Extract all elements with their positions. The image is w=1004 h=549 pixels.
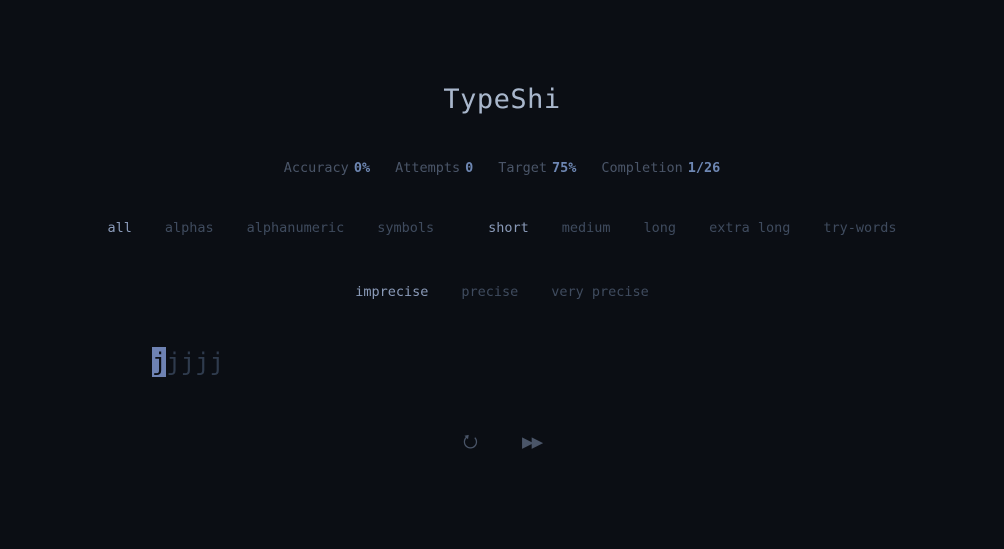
- precision-selector: imprecise precise very precise: [0, 284, 1004, 300]
- controls-bar: ⭮ ▶▶: [0, 430, 1004, 454]
- target-stat: Target 75%: [498, 160, 576, 176]
- typing-area[interactable]: j j j j j: [152, 347, 224, 377]
- attempts-stat: Attempts 0: [395, 160, 473, 176]
- attempts-value: 0: [465, 160, 474, 176]
- precision-option-precise[interactable]: precise: [461, 284, 518, 300]
- charset-option-all[interactable]: all: [108, 220, 132, 236]
- typing-char: j: [180, 348, 196, 376]
- accuracy-label: Accuracy: [283, 160, 349, 176]
- stats-bar: Accuracy 0% Attempts 0 Target 75% Comple…: [0, 160, 1004, 176]
- restart-icon[interactable]: ⭮: [463, 430, 478, 454]
- charset-option-alphas[interactable]: alphas: [165, 220, 214, 236]
- length-option-extra-long[interactable]: extra long: [709, 220, 790, 236]
- charset-options: all alphas alphanumeric symbols: [108, 220, 435, 236]
- accuracy-value: 0%: [353, 160, 371, 176]
- completion-label: Completion: [601, 160, 683, 176]
- precision-option-imprecise[interactable]: imprecise: [355, 284, 428, 300]
- typing-char: j: [166, 348, 181, 376]
- fast-forward-icon[interactable]: ▶▶: [522, 430, 543, 454]
- accuracy-stat: Accuracy 0%: [284, 160, 370, 176]
- length-option-medium[interactable]: medium: [562, 220, 611, 236]
- attempts-label: Attempts: [395, 160, 461, 176]
- length-option-try-words[interactable]: try-words: [823, 220, 896, 236]
- completion-stat: Completion 1/26: [601, 160, 720, 176]
- length-option-short[interactable]: short: [488, 220, 529, 236]
- target-label: Target: [498, 160, 548, 176]
- charset-option-symbols[interactable]: symbols: [377, 220, 434, 236]
- charset-option-alphanumeric[interactable]: alphanumeric: [247, 220, 345, 236]
- app-root: TypeShi Accuracy 0% Attempts 0 Target 75…: [0, 0, 1004, 549]
- mode-selector: all alphas alphanumeric symbols short me…: [0, 220, 1004, 236]
- app-title: TypeShi: [443, 84, 561, 115]
- typing-char: j: [209, 348, 225, 376]
- length-options: short medium long extra long try-words: [488, 220, 896, 236]
- precision-option-very-precise[interactable]: very precise: [551, 284, 649, 300]
- length-option-long[interactable]: long: [644, 220, 677, 236]
- completion-value: 1/26: [687, 160, 721, 176]
- target-value: 75%: [552, 160, 577, 176]
- typing-char: j: [195, 348, 210, 376]
- typing-char: j: [152, 347, 167, 377]
